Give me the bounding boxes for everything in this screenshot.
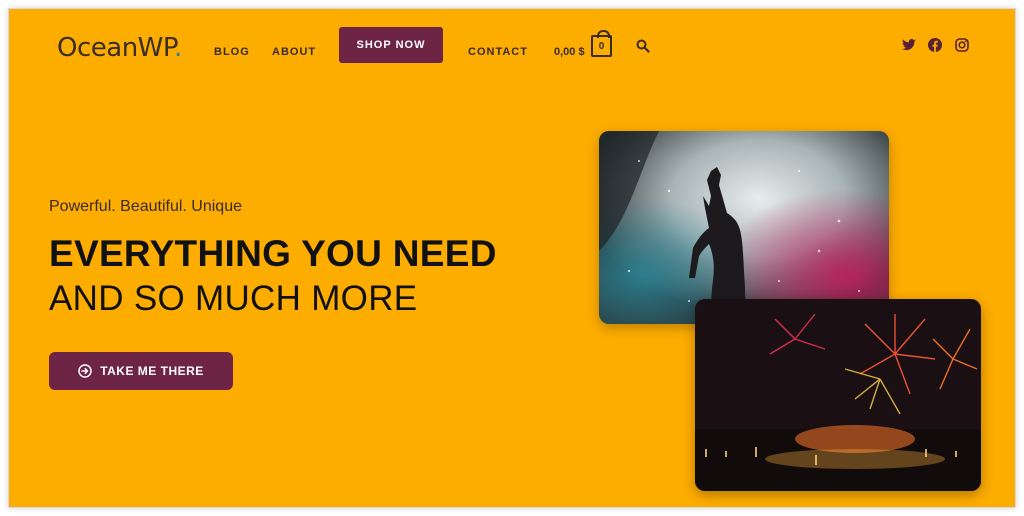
- search-icon[interactable]: [636, 39, 650, 53]
- logo-dot: .: [174, 33, 182, 63]
- nav-contact[interactable]: CONTACT: [468, 46, 528, 58]
- site-logo[interactable]: OceanWP.: [57, 33, 182, 63]
- concert-photo: [599, 131, 889, 324]
- facebook-icon[interactable]: [927, 37, 943, 53]
- arrow-circle-right-icon: [78, 364, 92, 378]
- cart-count: 0: [598, 40, 605, 52]
- hero-headline-bold: EVERYTHING YOU NEED: [49, 233, 497, 274]
- cart-amount[interactable]: 0,00 $: [554, 46, 585, 58]
- cart-bag-icon[interactable]: 0: [591, 30, 612, 57]
- nav-about[interactable]: ABOUT: [272, 46, 316, 58]
- take-me-there-button[interactable]: TAKE ME THERE: [49, 352, 233, 390]
- hero-headline-light: AND SO MUCH MORE: [49, 279, 418, 318]
- fireworks-photo: [695, 299, 981, 491]
- cta-label: TAKE ME THERE: [100, 364, 204, 378]
- twitter-icon[interactable]: [901, 37, 917, 53]
- instagram-icon[interactable]: [954, 37, 970, 53]
- hero-tagline: Powerful. Beautiful. Unique: [49, 198, 242, 215]
- page-frame: OceanWP. BLOG ABOUT SHOP NOW CONTACT 0,0…: [8, 8, 1016, 508]
- logo-text: OceanWP: [57, 33, 175, 63]
- shop-now-button[interactable]: SHOP NOW: [339, 27, 443, 63]
- nav-blog[interactable]: BLOG: [214, 46, 250, 58]
